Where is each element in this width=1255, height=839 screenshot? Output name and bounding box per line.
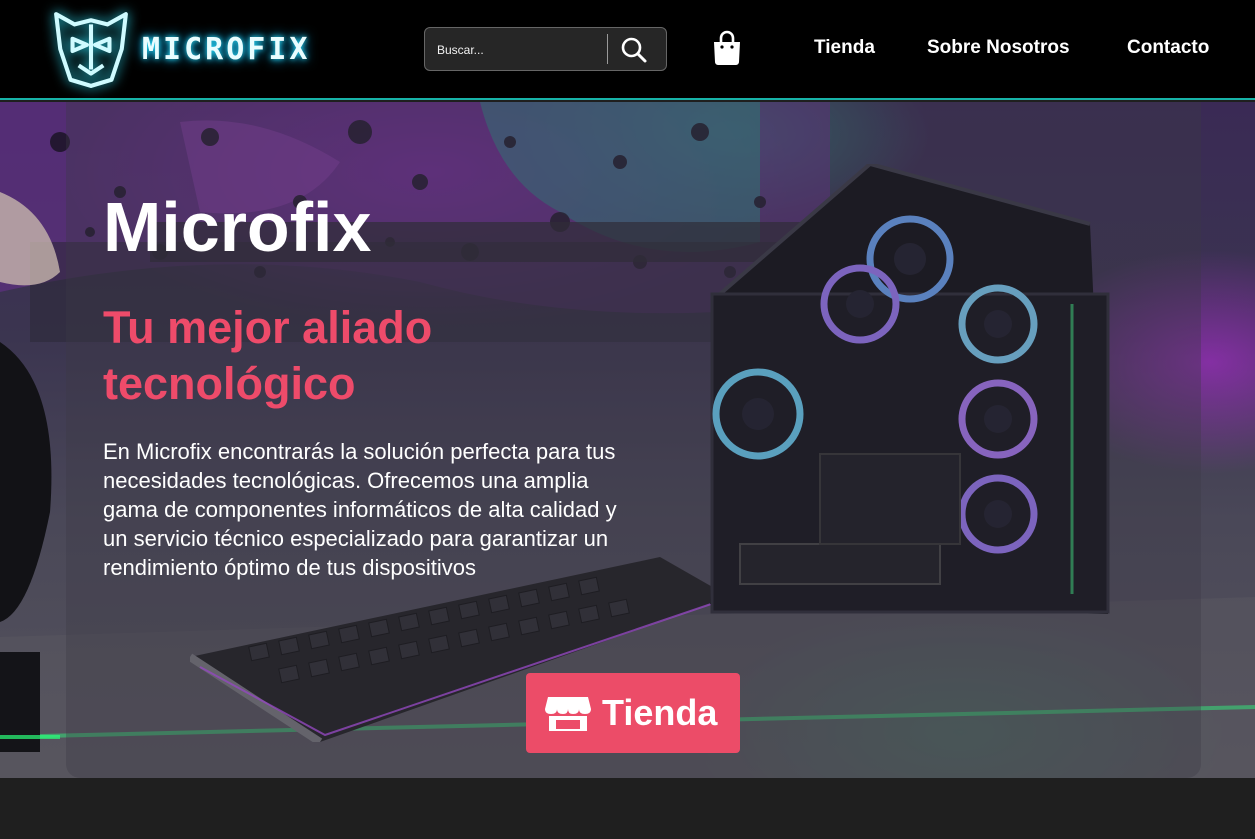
brand-logo[interactable]: MICROFIX	[50, 8, 311, 90]
shop-cta-label: Tienda	[602, 692, 718, 733]
robot-mask-icon	[54, 12, 128, 88]
hero-description: En Microfix encontrarás la solución perf…	[103, 439, 617, 580]
nav-link-sobre-nosotros[interactable]: Sobre Nosotros	[927, 37, 1070, 59]
page-footer-area	[0, 778, 1255, 839]
headphones-silhouette	[0, 192, 60, 752]
shopping-bag-icon[interactable]	[711, 30, 743, 66]
nav-link-contacto[interactable]: Contacto	[1127, 37, 1209, 59]
top-navbar: MICROFIX Tienda Sobre Nosotros Contacto	[0, 0, 1255, 100]
brand-wordmark: MICROFIX	[142, 31, 311, 67]
search-input[interactable]	[437, 39, 602, 61]
search-divider	[607, 34, 608, 64]
store-icon	[545, 697, 591, 731]
hero-subtitle: Tu mejor aliado tecnológico	[103, 302, 433, 409]
search-icon[interactable]	[620, 36, 648, 64]
search-box	[424, 27, 667, 71]
shop-cta-button[interactable]: Tienda	[526, 673, 740, 753]
nav-link-tienda[interactable]: Tienda	[814, 37, 875, 59]
hero-title: Microfix	[103, 188, 372, 266]
